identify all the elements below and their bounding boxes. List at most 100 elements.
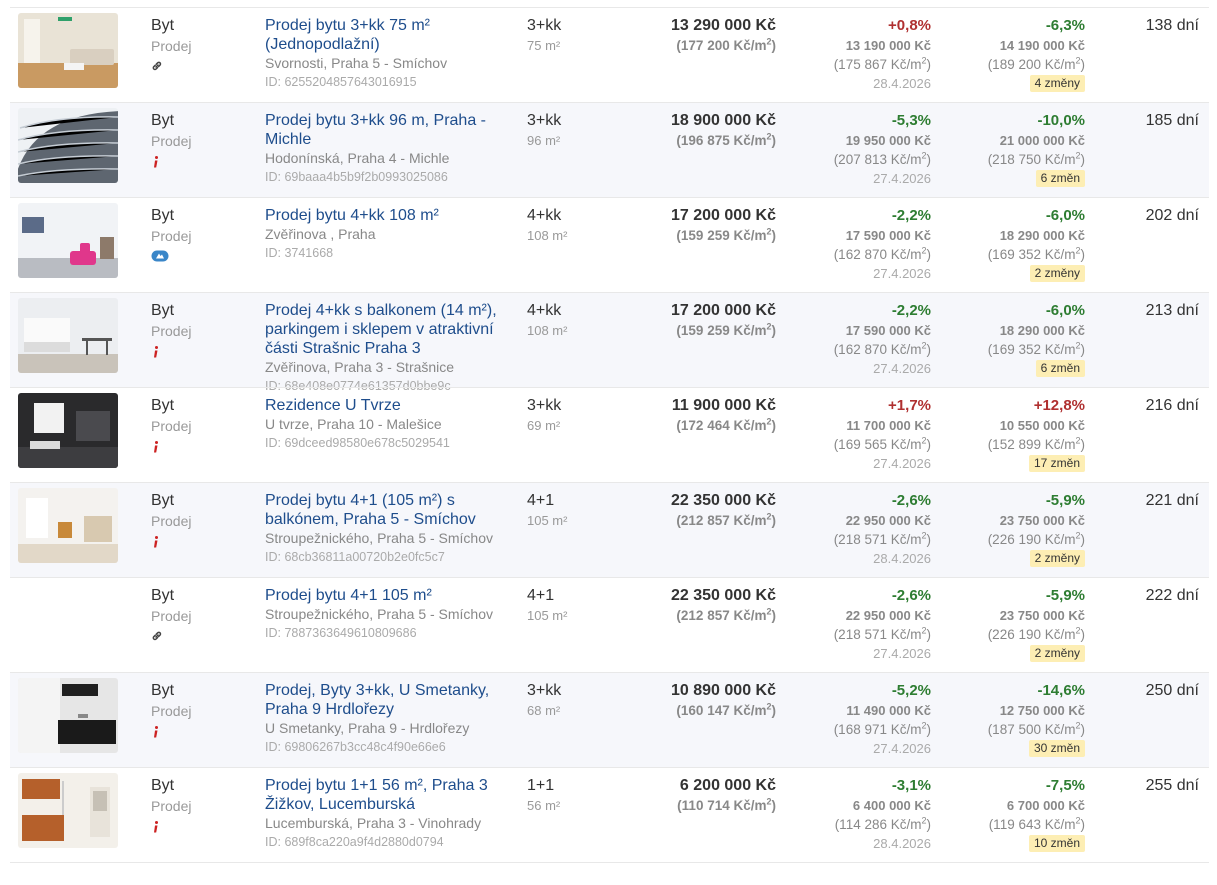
listing-photo[interactable]	[18, 298, 118, 373]
listing-title-link[interactable]: Prodej bytu 1+1 56 m², Praha 3 Žižkov, L…	[265, 776, 510, 814]
listing-photo[interactable]	[18, 108, 118, 183]
total-change-percent: -10,0%	[1037, 112, 1085, 129]
changes-count-badge[interactable]: 2 změny	[1029, 550, 1085, 567]
current-price: 10 890 000 Kč	[671, 682, 776, 699]
original-price: 23 750 000 Kč	[999, 608, 1085, 623]
orig-ppm-value: (189 200 Kč/m	[987, 57, 1076, 72]
table-row[interactable]: Byt Prodej Prodej 4+kk s balkonem (14 m²…	[10, 292, 1209, 393]
price-cell: 6 200 000 Kč (110 714 Kč/m2)	[677, 776, 776, 816]
price-cell: 17 200 000 Kč (159 259 Kč/m2)	[671, 301, 776, 341]
listing-address: Zvěřinova , Praha	[265, 226, 376, 242]
listing-title-link[interactable]: Prodej bytu 4+kk 108 m²	[265, 206, 510, 225]
listing-id: ID: 7887363649610809686	[265, 626, 417, 640]
property-type: Byt	[151, 397, 175, 414]
original-price-per-m2: (169 352 Kč/m2)	[988, 340, 1085, 359]
info-icon[interactable]	[151, 440, 191, 454]
table-row[interactable]: Byt Prodej Rezidence U Tvrze U tvrze, Pr…	[10, 387, 1209, 482]
changes-count-badge[interactable]: 2 změny	[1029, 645, 1085, 662]
link-icon[interactable]	[151, 630, 191, 642]
previous-price-per-m2: (169 565 Kč/m2)	[834, 435, 931, 454]
property-type: Byt	[151, 17, 175, 34]
listing-title-link[interactable]: Prodej bytu 4+1 105 m²	[265, 586, 510, 605]
days-on-market: 202 dní	[1145, 207, 1199, 224]
listing-address: Zvěřinova, Praha 3 - Strašnice	[265, 359, 455, 375]
info-icon[interactable]	[151, 345, 191, 359]
listing-photo[interactable]	[18, 393, 118, 468]
original-price: 14 190 000 Kč	[999, 38, 1085, 53]
table-row[interactable]: Byt Prodej Prodej bytu 3+kk 75 m² (Jedno…	[10, 7, 1209, 102]
property-type: Byt	[151, 492, 175, 509]
current-price: 13 290 000 Kč	[671, 17, 776, 34]
info-icon[interactable]	[151, 535, 191, 549]
listing-title-link[interactable]: Prodej bytu 4+1 (105 m²) s balkónem, Pra…	[265, 491, 510, 529]
listing-title-link[interactable]: Rezidence U Tvrze	[265, 396, 510, 415]
last-change-percent: -5,3%	[891, 112, 931, 129]
ppm-value: (172 464 Kč/m	[676, 418, 767, 433]
listing-photo[interactable]	[18, 13, 118, 88]
price-per-m2: (110 714 Kč/m2)	[677, 796, 776, 816]
listing-address: Svornosti, Praha 5 - Smíchov	[265, 55, 448, 71]
info-icon[interactable]	[151, 820, 191, 834]
offer-type: Prodej	[151, 228, 192, 244]
disposition: 3+kk	[527, 17, 562, 34]
days-on-market: 138 dní	[1145, 17, 1199, 34]
property-type: Byt	[151, 302, 175, 319]
info-icon[interactable]	[151, 725, 191, 739]
changes-count-badge[interactable]: 17 změn	[1028, 455, 1085, 472]
orig-ppm-close: )	[1080, 342, 1086, 357]
previous-price-per-m2: (207 813 Kč/m2)	[834, 150, 931, 169]
title-cell: Prodej bytu 3+kk 96 m, Praha - Michle Ho…	[265, 111, 510, 187]
previous-price: 17 590 000 Kč	[845, 323, 931, 338]
prev-ppm-close: )	[926, 532, 932, 547]
table-row[interactable]: Byt Prodej Prodej bytu 4+1 (105 m²) s ba…	[10, 482, 1209, 577]
listing-address: Stroupežnického, Praha 5 - Smíchov	[265, 606, 494, 622]
ppm-close: )	[771, 38, 777, 53]
prev-ppm-close: )	[926, 342, 932, 357]
table-row[interactable]: Byt Prodej Prodej bytu 4+kk 108 m² Zvěři…	[10, 197, 1209, 292]
table-row[interactable]: Byt Prodej Prodej bytu 1+1 56 m², Praha …	[10, 767, 1209, 863]
disposition: 4+1	[527, 587, 555, 604]
listing-photo[interactable]	[18, 488, 118, 563]
prev-ppm-value: (162 870 Kč/m	[833, 342, 922, 357]
offer-type: Prodej	[151, 323, 192, 339]
days-on-market: 222 dní	[1145, 587, 1199, 604]
listing-title-link[interactable]: Prodej, Byty 3+kk, U Smetanky, Praha 9 H…	[265, 681, 510, 719]
listing-title-link[interactable]: Prodej 4+kk s balkonem (14 m²), parkinge…	[265, 301, 510, 358]
changes-count-badge[interactable]: 2 změny	[1029, 265, 1085, 282]
listing-id: ID: 69baaa4b5b9f2b0993025086	[265, 170, 448, 184]
total-change-cell: -7,5% 6 700 000 Kč (119 643 Kč/m2) 10 zm…	[989, 776, 1085, 852]
table-row[interactable]: Byt Prodej Prodej, Byty 3+kk, U Smetanky…	[10, 672, 1209, 767]
listing-title-link[interactable]: Prodej bytu 3+kk 96 m, Praha - Michle	[265, 111, 510, 149]
table-row[interactable]: Byt Prodej Prodej bytu 4+1 105 m² Stroup…	[10, 577, 1209, 672]
changes-count-badge[interactable]: 30 změn	[1028, 740, 1085, 757]
changes-count-badge[interactable]: 10 změn	[1028, 835, 1085, 852]
sreality-icon[interactable]	[151, 250, 191, 262]
title-cell: Prodej, Byty 3+kk, U Smetanky, Praha 9 H…	[265, 681, 510, 757]
table-row[interactable]: Byt Prodej Prodej bytu 3+kk 96 m, Praha …	[10, 102, 1209, 197]
type-cell: Byt Prodej	[151, 681, 191, 739]
total-change-cell: -5,9% 23 750 000 Kč (226 190 Kč/m2) 2 zm…	[988, 586, 1085, 662]
listing-title-link[interactable]: Prodej bytu 3+kk 75 m² (Jednopodlažní)	[265, 16, 510, 54]
prev-ppm-close: )	[926, 437, 932, 452]
listing-photo[interactable]	[18, 678, 118, 753]
disposition: 4+kk	[527, 207, 562, 224]
changes-count-badge[interactable]: 6 změn	[1035, 170, 1085, 187]
changes-count-badge[interactable]: 4 změny	[1029, 75, 1085, 92]
property-type: Byt	[151, 682, 175, 699]
title-cell: Prodej bytu 4+1 105 m² Stroupežnického, …	[265, 586, 510, 643]
changes-count-badge[interactable]: 6 změn	[1035, 360, 1085, 377]
total-change-cell: -10,0% 21 000 000 Kč (218 750 Kč/m2) 6 z…	[988, 111, 1085, 187]
disposition-cell: 1+1 56 m²	[527, 776, 560, 815]
info-icon[interactable]	[151, 155, 191, 169]
total-change-percent: -14,6%	[1037, 682, 1085, 699]
link-icon[interactable]	[151, 60, 191, 72]
listing-photo[interactable]	[18, 773, 118, 848]
days-on-market: 216 dní	[1145, 397, 1199, 414]
last-change-percent: +0,8%	[888, 17, 931, 34]
listing-photo[interactable]	[18, 203, 118, 278]
disposition-cell: 3+kk 96 m²	[527, 111, 561, 150]
ppm-close: )	[771, 608, 777, 623]
prev-ppm-close: )	[926, 627, 932, 642]
total-change-cell: -6,0% 18 290 000 Kč (169 352 Kč/m2) 6 zm…	[988, 301, 1085, 377]
original-price-per-m2: (189 200 Kč/m2)	[988, 55, 1085, 74]
